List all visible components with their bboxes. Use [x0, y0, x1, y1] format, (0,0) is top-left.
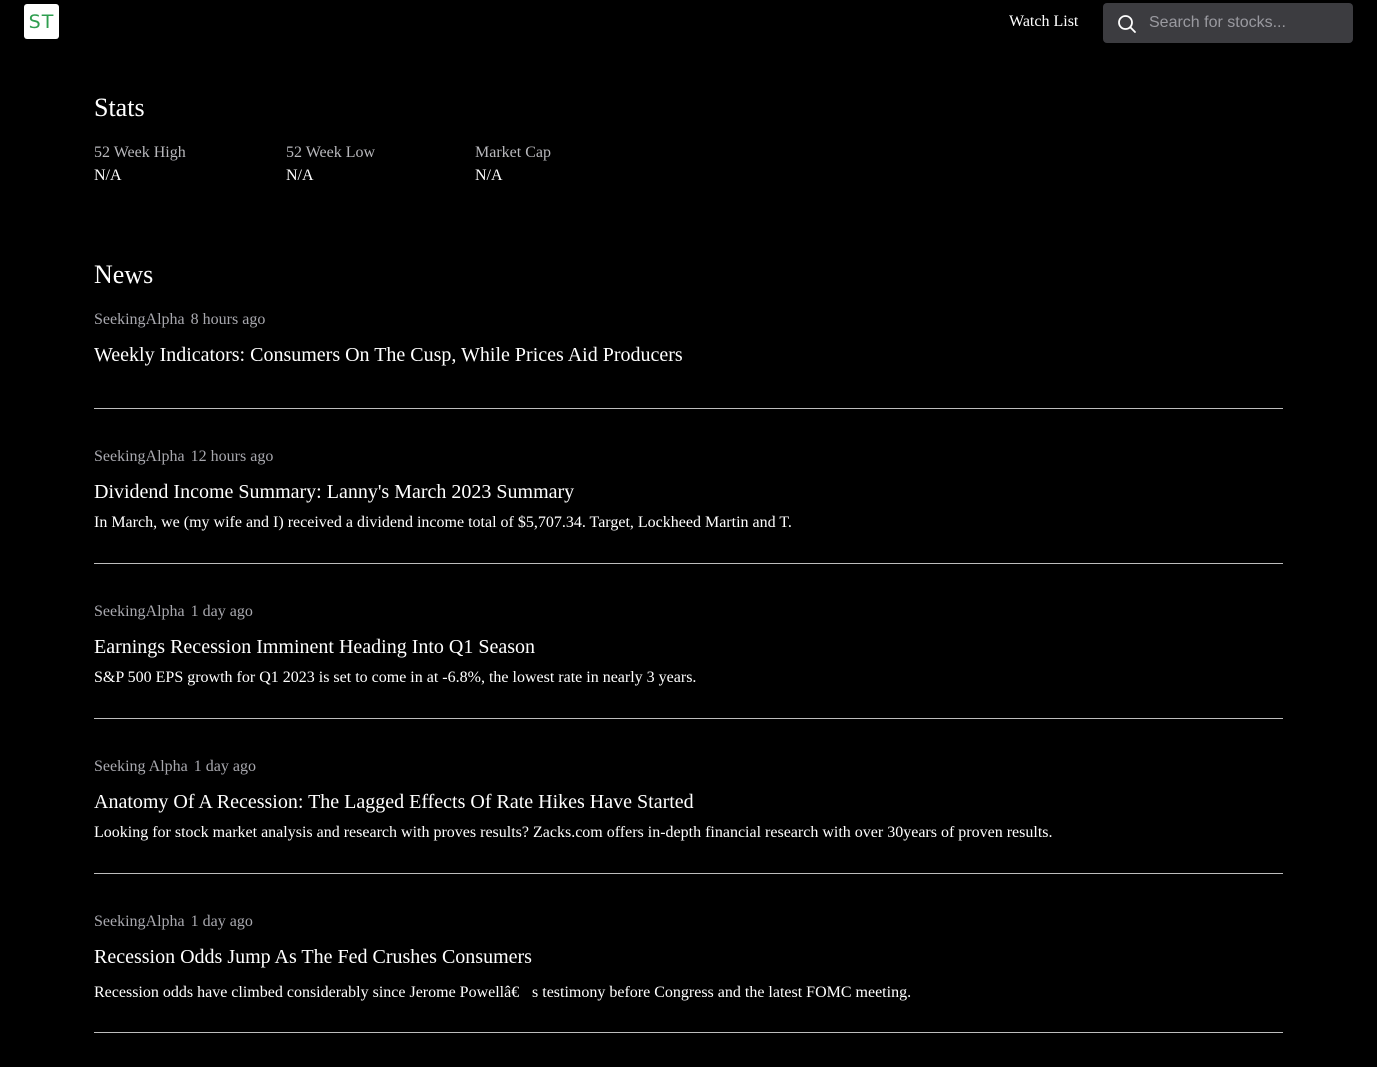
news-meta: SeekingAlpha 8 hours ago	[94, 311, 265, 329]
search-box[interactable]	[1103, 3, 1353, 43]
news-headline[interactable]: Weekly Indicators: Consumers On The Cusp…	[94, 344, 683, 367]
watchlist-link[interactable]: Watch List	[1009, 13, 1078, 31]
news-source: SeekingAlpha	[94, 448, 185, 465]
news-summary: Looking for stock market analysis and re…	[94, 824, 1053, 841]
news-meta: SeekingAlpha 1 day ago	[94, 603, 253, 621]
news-summary: In March, we (my wife and I) received a …	[94, 514, 792, 531]
stat-label: Market Cap	[475, 144, 551, 161]
search-input[interactable]	[1149, 3, 1345, 43]
news-meta: SeekingAlpha 1 day ago	[94, 913, 253, 931]
news-summary: Recession odds have climbed considerably…	[94, 984, 912, 1001]
news-item[interactable]: Seeking Alpha 1 day ago Anatomy Of A Rece…	[94, 758, 1283, 874]
top-navigation-bar: ST Watch List	[0, 0, 1377, 46]
stats-heading: Stats	[94, 93, 145, 122]
stat-value: N/A	[94, 167, 122, 184]
news-time: 1 day ago	[193, 758, 256, 775]
news-item[interactable]: SeekingAlpha 1 day ago Recession Odds Jum…	[94, 913, 1283, 1033]
news-headline[interactable]: Recession Odds Jump As The Fed Crushes C…	[94, 946, 532, 969]
stat-label: 52 Week High	[94, 144, 186, 161]
news-headline[interactable]: Dividend Income Summary: Lanny's March 2…	[94, 481, 574, 504]
news-time: 1 day ago	[190, 603, 253, 620]
news-time: 1 day ago	[190, 913, 253, 930]
stat-label: 52 Week Low	[286, 144, 376, 161]
news-source: SeekingAlpha	[94, 311, 185, 328]
news-headline[interactable]: Anatomy Of A Recession: The Lagged Effec…	[94, 791, 694, 814]
logo-text: ST	[28, 10, 55, 33]
stat-52-week-high: 52 Week High N/A	[94, 144, 186, 185]
news-source: Seeking Alpha	[94, 758, 188, 775]
stat-52-week-low: 52 Week Low N/A	[286, 144, 375, 185]
stat-value: N/A	[475, 167, 503, 184]
news-headline[interactable]: Earnings Recession Imminent Heading Into…	[94, 636, 535, 659]
news-source: SeekingAlpha	[94, 603, 185, 620]
search-icon	[1118, 15, 1136, 33]
news-meta: Seeking Alpha 1 day ago	[94, 758, 256, 776]
app-logo[interactable]: ST	[24, 4, 59, 39]
news-time: 12 hours ago	[190, 448, 274, 465]
news-time: 8 hours ago	[190, 311, 266, 328]
stat-market-cap: Market Cap N/A	[475, 144, 551, 185]
news-item[interactable]: SeekingAlpha 12 hours ago Dividend Income…	[94, 448, 1283, 564]
news-summary: S&P 500 EPS growth for Q1 2023 is set to…	[94, 669, 697, 686]
news-meta: SeekingAlpha 12 hours ago	[94, 448, 273, 466]
stat-value: N/A	[286, 167, 314, 184]
news-source: SeekingAlpha	[94, 913, 185, 930]
news-item[interactable]: SeekingAlpha 8 hours ago Weekly Indicator…	[94, 311, 1283, 409]
news-heading: News	[94, 260, 154, 289]
news-item[interactable]: SeekingAlpha 1 day ago Earnings Recession…	[94, 603, 1283, 719]
